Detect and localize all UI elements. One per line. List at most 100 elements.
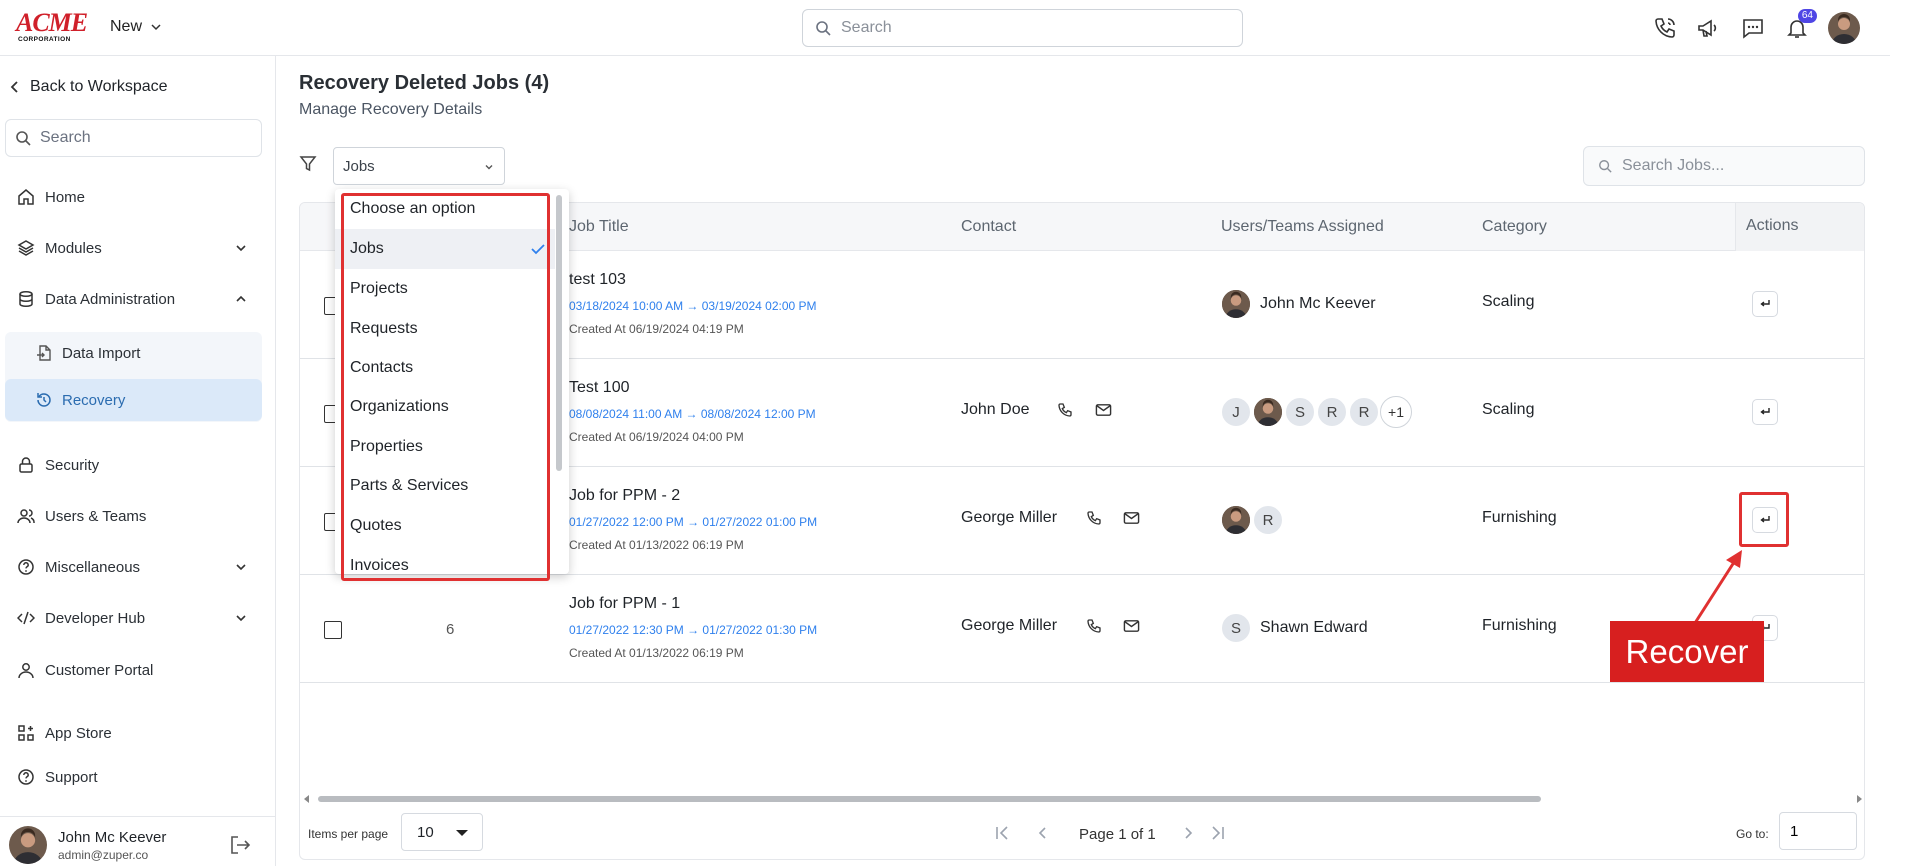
sidebar-item-miscellaneous[interactable]: Miscellaneous <box>5 547 262 587</box>
job-category: Scaling <box>1482 401 1535 418</box>
mail-icon[interactable] <box>1123 510 1140 526</box>
dropdown-scrollbar[interactable] <box>556 195 562 471</box>
search-icon <box>815 20 831 36</box>
sidebar-item-home[interactable]: Home <box>5 177 262 217</box>
chat-icon[interactable] <box>1739 14 1767 42</box>
goto-page-input[interactable] <box>1779 812 1857 850</box>
sidebar-item-security[interactable]: Security <box>5 445 262 485</box>
column-header-job-title[interactable]: Job Title <box>569 218 629 236</box>
dropdown-option-invoices[interactable]: Invoices <box>335 546 555 574</box>
recover-callout-label: Recover <box>1610 621 1764 682</box>
dropdown-option-projects[interactable]: Projects <box>335 269 555 309</box>
next-page-icon[interactable] <box>1179 824 1197 842</box>
chevron-down-icon <box>234 241 248 255</box>
assigned-users: S Shawn Edward <box>1220 612 1368 644</box>
dropdown-option-parts-services[interactable]: Parts & Services <box>335 466 555 506</box>
dropdown-option-organizations[interactable]: Organizations <box>335 387 555 427</box>
avatar[interactable] <box>9 826 47 864</box>
megaphone-icon[interactable] <box>1694 14 1722 42</box>
dropdown-option-requests[interactable]: Requests <box>335 309 555 349</box>
items-per-page-label: Items per page <box>308 827 389 841</box>
actions-header-cell: Actions <box>1735 203 1864 251</box>
phone-icon[interactable] <box>1086 618 1102 634</box>
job-category: Furnishing <box>1482 617 1557 634</box>
sidebar-item-app-store[interactable]: App Store <box>5 713 262 753</box>
sidebar: Back to Workspace Home Modules Data Admi… <box>0 56 276 866</box>
dropdown-option-placeholder[interactable]: Choose an option <box>335 189 555 229</box>
back-to-workspace-link[interactable]: Back to Workspace <box>10 78 168 96</box>
prev-page-icon[interactable] <box>1034 824 1052 842</box>
dropdown-option-properties[interactable]: Properties <box>335 427 555 467</box>
history-icon <box>35 391 53 409</box>
assigned-users: R <box>1220 504 1284 536</box>
scrollbar-thumb[interactable] <box>318 796 1541 802</box>
bell-icon[interactable]: 64 <box>1783 9 1817 42</box>
sidebar-item-support[interactable]: Support <box>5 757 262 797</box>
job-title[interactable]: Test 100 <box>569 379 629 397</box>
contact-name[interactable]: George Miller <box>961 509 1057 527</box>
column-header-contact[interactable]: Contact <box>961 218 1016 236</box>
avatar: R <box>1252 504 1284 536</box>
sidebar-item-developer-hub[interactable]: Developer Hub <box>5 598 262 638</box>
record-type-select[interactable]: Jobs <box>333 147 505 185</box>
sidebar-item-recovery[interactable]: Recovery <box>5 379 262 421</box>
contact-name[interactable]: John Doe <box>961 401 1030 419</box>
database-icon <box>17 290 35 308</box>
dropdown-option-quotes[interactable]: Quotes <box>335 506 555 546</box>
dropdown-option-contacts[interactable]: Contacts <box>335 348 555 388</box>
sidebar-item-label: Recovery <box>62 391 126 409</box>
jobs-search-box[interactable] <box>1583 146 1865 186</box>
chevron-left-icon <box>10 80 20 94</box>
items-per-page-select[interactable]: 10 <box>401 813 483 851</box>
assigned-users: John Mc Keever <box>1220 288 1376 320</box>
contact-name[interactable]: George Miller <box>961 617 1057 635</box>
new-menu-button[interactable]: New <box>110 18 162 36</box>
column-header-assigned[interactable]: Users/Teams Assigned <box>1221 218 1384 236</box>
phone-icon[interactable] <box>1086 510 1102 526</box>
global-search-box[interactable] <box>802 9 1243 47</box>
mail-icon[interactable] <box>1095 402 1112 418</box>
avatar: R <box>1348 396 1380 428</box>
last-page-icon[interactable] <box>1208 824 1226 842</box>
sidebar-item-data-import[interactable]: Data Import <box>5 332 262 374</box>
page-title: Recovery Deleted Jobs (4) <box>299 72 550 94</box>
company-logo[interactable]: ACME CORPORATION <box>16 8 88 44</box>
jobs-search-input[interactable] <box>1622 157 1842 175</box>
logo-subtitle: CORPORATION <box>18 36 71 43</box>
horizontal-scrollbar[interactable] <box>300 791 1864 807</box>
chevron-down-icon <box>150 21 162 33</box>
undo-arrow-icon <box>1760 408 1770 415</box>
sidebar-item-users-teams[interactable]: Users & Teams <box>5 496 262 536</box>
sidebar-item-label: Security <box>45 456 100 474</box>
sidebar-item-label: Modules <box>45 239 102 257</box>
dropdown-option-jobs[interactable]: Jobs <box>335 229 555 269</box>
row-checkbox[interactable] <box>324 621 342 639</box>
phone-icon[interactable] <box>1057 402 1073 418</box>
sidebar-item-data-administration[interactable]: Data Administration <box>5 279 262 319</box>
sidebar-item-customer-portal[interactable]: Customer Portal <box>5 650 262 690</box>
more-users-badge[interactable]: +1 <box>1380 396 1412 428</box>
first-page-icon[interactable] <box>994 824 1012 842</box>
job-title[interactable]: Job for PPM - 2 <box>569 487 680 505</box>
job-title[interactable]: Job for PPM - 1 <box>569 595 680 613</box>
logout-icon[interactable] <box>229 834 251 856</box>
profile-avatar[interactable] <box>1828 12 1860 44</box>
recover-button[interactable] <box>1752 291 1778 317</box>
job-schedule: 08/08/2024 11:00 AM → 08/08/2024 12:00 P… <box>569 407 816 421</box>
chevron-down-icon <box>234 560 248 574</box>
lock-icon <box>17 456 35 474</box>
recover-button[interactable] <box>1752 507 1778 533</box>
sidebar-search-input[interactable] <box>40 129 240 147</box>
user-name: John Mc Keever <box>58 829 167 846</box>
job-title[interactable]: test 103 <box>569 271 626 289</box>
mail-icon[interactable] <box>1123 618 1140 634</box>
sidebar-item-modules[interactable]: Modules <box>5 228 262 268</box>
avatar <box>1252 396 1284 428</box>
global-search-input[interactable] <box>841 19 1221 37</box>
recover-button[interactable] <box>1752 399 1778 425</box>
phone-icon[interactable] <box>1651 14 1679 42</box>
filter-icon[interactable] <box>299 155 317 173</box>
column-header-category[interactable]: Category <box>1482 218 1547 236</box>
sidebar-search-box[interactable] <box>5 119 262 157</box>
logo-wordmark: ACME <box>16 8 88 37</box>
